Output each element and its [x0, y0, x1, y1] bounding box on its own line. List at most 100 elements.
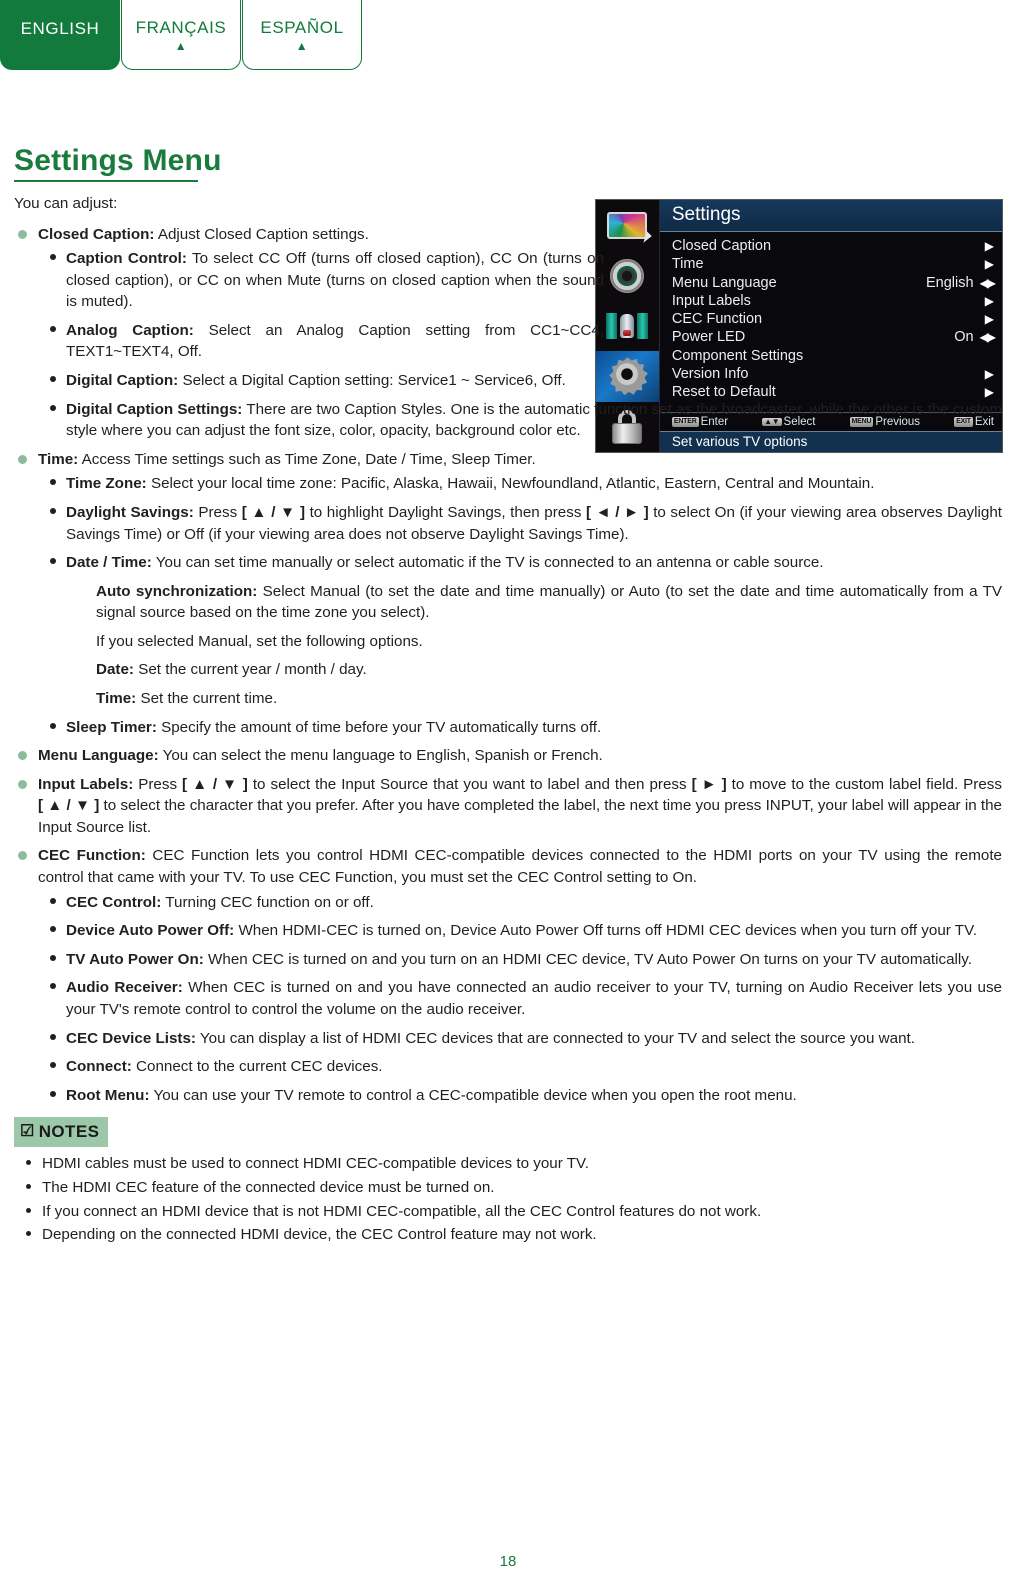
- desc-cec-device-lists: You can display a list of HDMI CEC devic…: [195, 1029, 915, 1047]
- list-item-device-auto-power-off: Device Auto Power Off: When HDMI-CEC is …: [38, 920, 1002, 942]
- black-bullet-icon: [50, 404, 56, 411]
- language-tab-label: ENGLISH: [20, 18, 100, 38]
- term-connect: Connect:: [66, 1058, 132, 1076]
- black-bullet-icon: [50, 897, 56, 904]
- desc-tv-auto-power-on: When CEC is turned on and you turn on an…: [203, 950, 972, 968]
- desc-device-auto-power-off: When HDMI-CEC is turned on, Device Auto …: [234, 922, 978, 940]
- list-item-date-time: Date / Time: You can set time manually o…: [38, 552, 1002, 574]
- desc-daylight-savings-2: to highlight Daylight Savings, then pres…: [305, 503, 586, 521]
- list-item-analog-caption: Analog Caption: Select an Analog Caption…: [38, 320, 604, 363]
- desc-time-zone: Select your local time zone: Pacific, Al…: [146, 475, 875, 493]
- desc-date-time: You can set time manually or select auto…: [151, 554, 824, 572]
- document-body: You can adjust: Closed Caption: Adjust C…: [14, 193, 1002, 1248]
- list-item-tv-auto-power-on: TV Auto Power On: When CEC is turned on …: [38, 949, 1002, 971]
- term-caption-control: Caption Control:: [66, 250, 187, 268]
- term-device-auto-power-off: Device Auto Power Off:: [66, 922, 235, 940]
- note-text: HDMI cables must be used to connect HDMI…: [42, 1155, 589, 1173]
- black-bullet-icon: [50, 983, 56, 990]
- green-bullet-icon: [18, 229, 27, 239]
- black-bullet-icon: [50, 1062, 56, 1069]
- term-cec-function: CEC Function:: [38, 847, 146, 865]
- desc-root-menu: You can use your TV remote to control a …: [149, 1086, 797, 1104]
- language-tab-bar: ENGLISH ▲ FRANÇAIS ▲ ESPAÑOL ▲: [0, 0, 362, 72]
- list-item-closed-caption: Closed Caption: Adjust Closed Caption se…: [14, 224, 1002, 442]
- paragraph-date: Date: Set the current year / month / day…: [38, 659, 1002, 681]
- term-closed-caption: Closed Caption:: [38, 225, 155, 243]
- settings-list: Closed Caption: Adjust Closed Caption se…: [14, 224, 1002, 1107]
- green-bullet-icon: [18, 454, 27, 464]
- black-bullet-icon: [26, 1207, 31, 1213]
- green-bullet-icon: [18, 851, 27, 861]
- notes-badge-label: NOTES: [38, 1122, 100, 1142]
- black-bullet-icon: [26, 1183, 31, 1189]
- black-bullet-icon: [50, 376, 56, 383]
- checkbox-checked-icon: ☑: [20, 1123, 35, 1141]
- desc-time-sub: Set the current time.: [136, 689, 278, 707]
- key-updown-1: [ ▲ / ▼ ]: [241, 503, 306, 521]
- term-sleep-timer: Sleep Timer:: [66, 718, 157, 736]
- green-bullet-icon: [18, 751, 27, 761]
- desc-cec-control: Turning CEC function on or off.: [161, 893, 374, 911]
- desc-cec-function: CEC Function lets you control HDMI CEC-c…: [38, 847, 1002, 887]
- black-bullet-icon: [50, 254, 56, 261]
- notes-list: HDMI cables must be used to connect HDMI…: [14, 1153, 1002, 1245]
- black-bullet-icon: [50, 558, 56, 565]
- list-item-input-labels: Input Labels: Press [ ▲ / ▼ ] to select …: [14, 774, 1002, 839]
- page-title: Settings Menu: [14, 144, 222, 182]
- desc-closed-caption: Adjust Closed Caption settings.: [154, 225, 369, 243]
- term-menu-language: Menu Language:: [38, 747, 159, 765]
- term-time-sub: Time:: [96, 689, 137, 707]
- list-item-digital-caption-settings: Digital Caption Settings: There are two …: [38, 399, 1002, 442]
- language-tab-english[interactable]: ENGLISH ▲: [0, 0, 120, 70]
- black-bullet-icon: [50, 479, 56, 486]
- language-tab-label: ESPAÑOL: [260, 18, 344, 37]
- desc-menu-language: You can select the menu language to Engl…: [158, 747, 603, 765]
- list-item: Depending on the connected HDMI device, …: [14, 1224, 1002, 1246]
- intro-text: You can adjust:: [14, 195, 118, 212]
- black-bullet-icon: [50, 1090, 56, 1097]
- desc-connect: Connect to the current CEC devices.: [131, 1058, 383, 1076]
- time-sublist: Time Zone: Select your local time zone: …: [38, 473, 1002, 573]
- black-bullet-icon: [26, 1231, 31, 1237]
- green-bullet-icon: [18, 779, 27, 789]
- list-item-digital-caption: Digital Caption: Select a Digital Captio…: [38, 370, 604, 392]
- paragraph-manual-note: If you selected Manual, set the followin…: [38, 631, 1002, 653]
- note-text: If you connect an HDMI device that is no…: [42, 1202, 762, 1220]
- black-bullet-icon: [50, 926, 56, 933]
- desc-time: Access Time settings such as Time Zone, …: [78, 450, 536, 468]
- language-tab-label: FRANÇAIS: [135, 18, 227, 37]
- time-sublist-2: Sleep Timer: Specify the amount of time …: [38, 717, 1002, 739]
- term-digital-caption-settings: Digital Caption Settings:: [66, 400, 243, 418]
- term-auto-synchronization: Auto synchronization:: [96, 582, 258, 600]
- term-input-labels: Input Labels:: [38, 775, 134, 793]
- language-tab-espanol[interactable]: ESPAÑOL ▲: [242, 0, 362, 70]
- key-updown-2: [ ▲ / ▼ ]: [182, 775, 248, 793]
- term-date-time: Date / Time:: [66, 554, 152, 572]
- list-item-cec-device-lists: CEC Device Lists: You can display a list…: [38, 1028, 1002, 1050]
- list-item-time-zone: Time Zone: Select your local time zone: …: [38, 473, 1002, 495]
- list-item-cec-function: CEC Function: CEC Function lets you cont…: [14, 845, 1002, 1106]
- list-item-time: Time: Access Time settings such as Time …: [14, 449, 1002, 738]
- term-daylight-savings: Daylight Savings:: [66, 503, 194, 521]
- caret-up-icon: ▲: [174, 39, 188, 53]
- key-right-1: [ ► ]: [691, 775, 727, 793]
- desc-sleep-timer: Specify the amount of time before your T…: [156, 718, 602, 736]
- black-bullet-icon: [50, 722, 56, 729]
- list-item: HDMI cables must be used to connect HDMI…: [14, 1153, 1002, 1175]
- term-tv-auto-power-on: TV Auto Power On:: [66, 950, 204, 968]
- term-root-menu: Root Menu:: [66, 1086, 150, 1104]
- black-bullet-icon: [50, 954, 56, 961]
- list-item-connect: Connect: Connect to the current CEC devi…: [38, 1056, 1002, 1078]
- desc-input-labels-4: to select the character that you prefer.…: [38, 797, 1002, 836]
- paragraph-time: Time: Set the current time.: [38, 688, 1002, 710]
- closed-caption-sublist: Caption Control: To select CC Off (turns…: [38, 248, 1002, 442]
- caret-up-icon: ▲: [295, 39, 309, 53]
- term-date: Date:: [96, 661, 134, 679]
- language-tab-francais[interactable]: FRANÇAIS ▲: [121, 0, 241, 70]
- desc-input-labels-2: to select the Input Source that you want…: [247, 775, 692, 793]
- term-cec-control: CEC Control:: [66, 893, 162, 911]
- desc-digital-caption: Select a Digital Caption setting: Servic…: [178, 372, 566, 390]
- note-text: Depending on the connected HDMI device, …: [42, 1226, 597, 1244]
- list-item-daylight-savings: Daylight Savings: Press [ ▲ / ▼ ] to hig…: [38, 502, 1002, 545]
- black-bullet-icon: [26, 1160, 31, 1166]
